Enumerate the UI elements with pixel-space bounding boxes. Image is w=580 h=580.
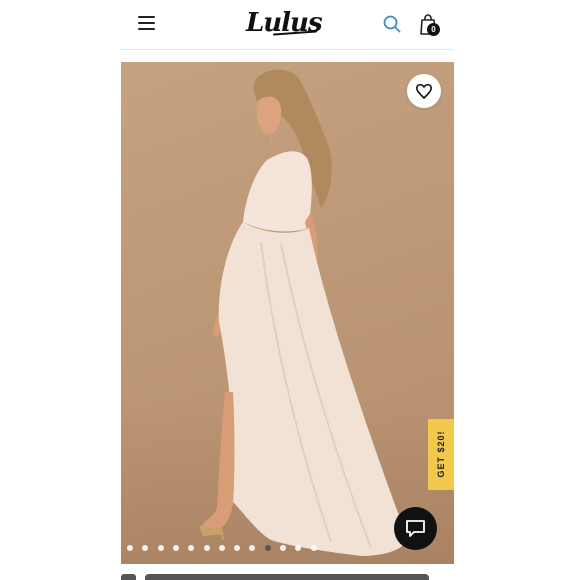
chat-button[interactable] <box>394 507 437 550</box>
model-figure <box>199 69 407 556</box>
carousel-dot[interactable] <box>310 545 317 551</box>
carousel-dot[interactable] <box>295 545 302 551</box>
product-image[interactable]: GET $20! <box>121 62 454 564</box>
carousel-dot[interactable] <box>142 545 149 551</box>
carousel-dot[interactable] <box>264 545 271 551</box>
carousel-dot[interactable] <box>127 545 133 551</box>
top-nav-bar: Lulus 0 <box>121 0 454 50</box>
carousel-dot[interactable] <box>203 545 210 551</box>
carousel-dot[interactable] <box>157 545 164 551</box>
carousel-dots <box>127 545 327 553</box>
carousel-dot[interactable] <box>280 545 286 551</box>
favorite-button[interactable] <box>407 74 441 108</box>
bottom-tab-left[interactable] <box>121 574 136 580</box>
promo-label: GET $20! <box>436 430 446 478</box>
search-icon[interactable] <box>383 15 401 33</box>
carousel-dot[interactable] <box>249 545 256 551</box>
carousel-dot[interactable] <box>218 545 225 551</box>
heart-icon <box>416 83 432 99</box>
bag-count-badge: 0 <box>427 23 440 36</box>
carousel-dot[interactable] <box>188 545 195 551</box>
carousel-dot[interactable] <box>172 545 179 551</box>
chat-icon <box>406 520 425 537</box>
promo-tab[interactable]: GET $20! <box>428 419 454 490</box>
bottom-tab-main[interactable] <box>145 574 429 580</box>
app-frame: Lulus 0 GET $20! <box>121 0 454 580</box>
bottom-bar <box>121 564 454 580</box>
carousel-dot[interactable] <box>234 545 241 551</box>
hamburger-menu-icon[interactable] <box>138 16 155 30</box>
